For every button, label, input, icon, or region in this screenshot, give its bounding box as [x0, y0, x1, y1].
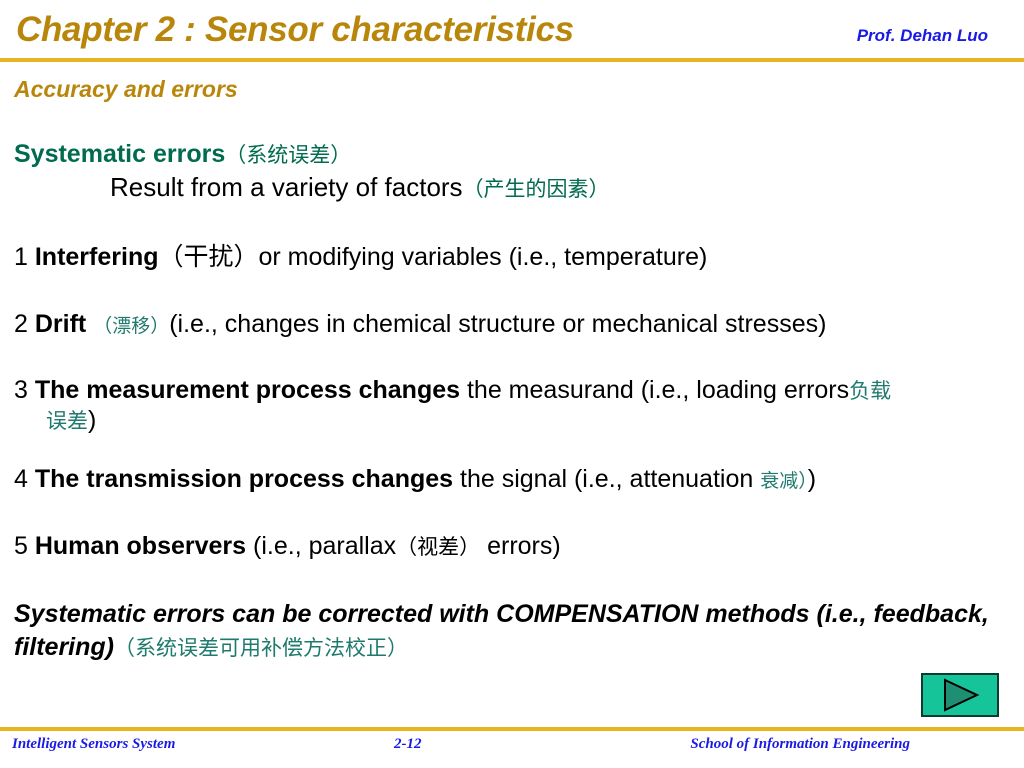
- item5-bold: Human observers: [34, 531, 247, 560]
- item4-close-paren: ): [807, 465, 817, 494]
- systematic-errors-line: Systematic errors（系统误差）: [14, 140, 1014, 170]
- item3-bold: The measurement process changes: [34, 376, 461, 405]
- footer-left-label: Intelligent Sensors System: [12, 736, 176, 752]
- footer-divider: [0, 727, 1024, 731]
- item3-wrap-line: 误差): [14, 406, 1014, 436]
- footer: Intelligent Sensors System 2-12 School o…: [0, 736, 1024, 762]
- item2-number: 2: [14, 309, 28, 338]
- item1-bold: Interfering: [34, 243, 159, 272]
- section-heading: Accuracy and errors: [14, 76, 238, 102]
- item3-cn: 负载: [849, 379, 892, 404]
- item5-cn: （视差）: [396, 534, 481, 559]
- item4-rest: the signal (i.e., attenuation: [460, 465, 761, 494]
- item3-rest: the measurand (i.e., loading errors: [466, 376, 850, 405]
- item5-rest-a: (i.e., parallax: [253, 531, 397, 560]
- item5-rest-b: errors): [487, 531, 561, 560]
- list-item-1: 1 Interfering（干扰）or modifying variables …: [14, 242, 1014, 273]
- systematic-errors-label: Systematic errors: [14, 140, 226, 168]
- item3-close-paren: ): [88, 405, 97, 434]
- item2-rest: (i.e., changes in chemical structure or …: [169, 309, 827, 338]
- result-cn: （产生的因素）: [462, 176, 610, 201]
- result-text: Result from a variety of factors: [110, 171, 463, 202]
- list-item-3: 3 The measurement process changes the me…: [14, 376, 1014, 435]
- footer-right-label: School of Information Engineering: [690, 736, 910, 752]
- slide-body: Systematic errors（系统误差） Result from a va…: [14, 140, 1014, 663]
- item3-number: 3: [14, 376, 28, 405]
- item4-bold: The transmission process changes: [34, 465, 454, 494]
- item3-cn-wrap: 误差: [46, 408, 88, 433]
- page-title: Chapter 2 : Sensor characteristics: [16, 10, 574, 49]
- item1-number: 1: [14, 243, 28, 272]
- final-cn: （系统误差可用补偿方法校正）: [114, 635, 408, 660]
- play-triangle-icon: [944, 678, 980, 712]
- item2-cn: （漂移）: [93, 314, 170, 337]
- item5-number: 5: [14, 531, 28, 560]
- next-slide-button[interactable]: [921, 673, 999, 717]
- list-item-4: 4 The transmission process changes the s…: [14, 465, 1014, 495]
- list-item-5: 5 Human observers (i.e., parallax（视差） er…: [14, 532, 1014, 562]
- slide: Chapter 2 : Sensor characteristics Prof.…: [0, 0, 1024, 768]
- item2-bold: Drift: [34, 309, 87, 338]
- result-line: Result from a variety of factors（产生的因素）: [14, 172, 1014, 203]
- header-divider: [0, 58, 1024, 62]
- list-item-2: 2 Drift （漂移）(i.e., changes in chemical s…: [14, 310, 1014, 340]
- item4-number: 4: [14, 465, 28, 494]
- systematic-errors-cn: （系统误差）: [225, 143, 352, 167]
- author-label: Prof. Dehan Luo: [856, 26, 988, 45]
- footer-page-number: 2-12: [394, 736, 422, 752]
- item1-cn: （干扰）: [158, 242, 259, 272]
- item1-rest: or modifying variables (i.e., temperatur…: [258, 243, 708, 272]
- final-statement: Systematic errors can be corrected with …: [14, 598, 1014, 663]
- item4-cn: 衰减）: [760, 470, 808, 493]
